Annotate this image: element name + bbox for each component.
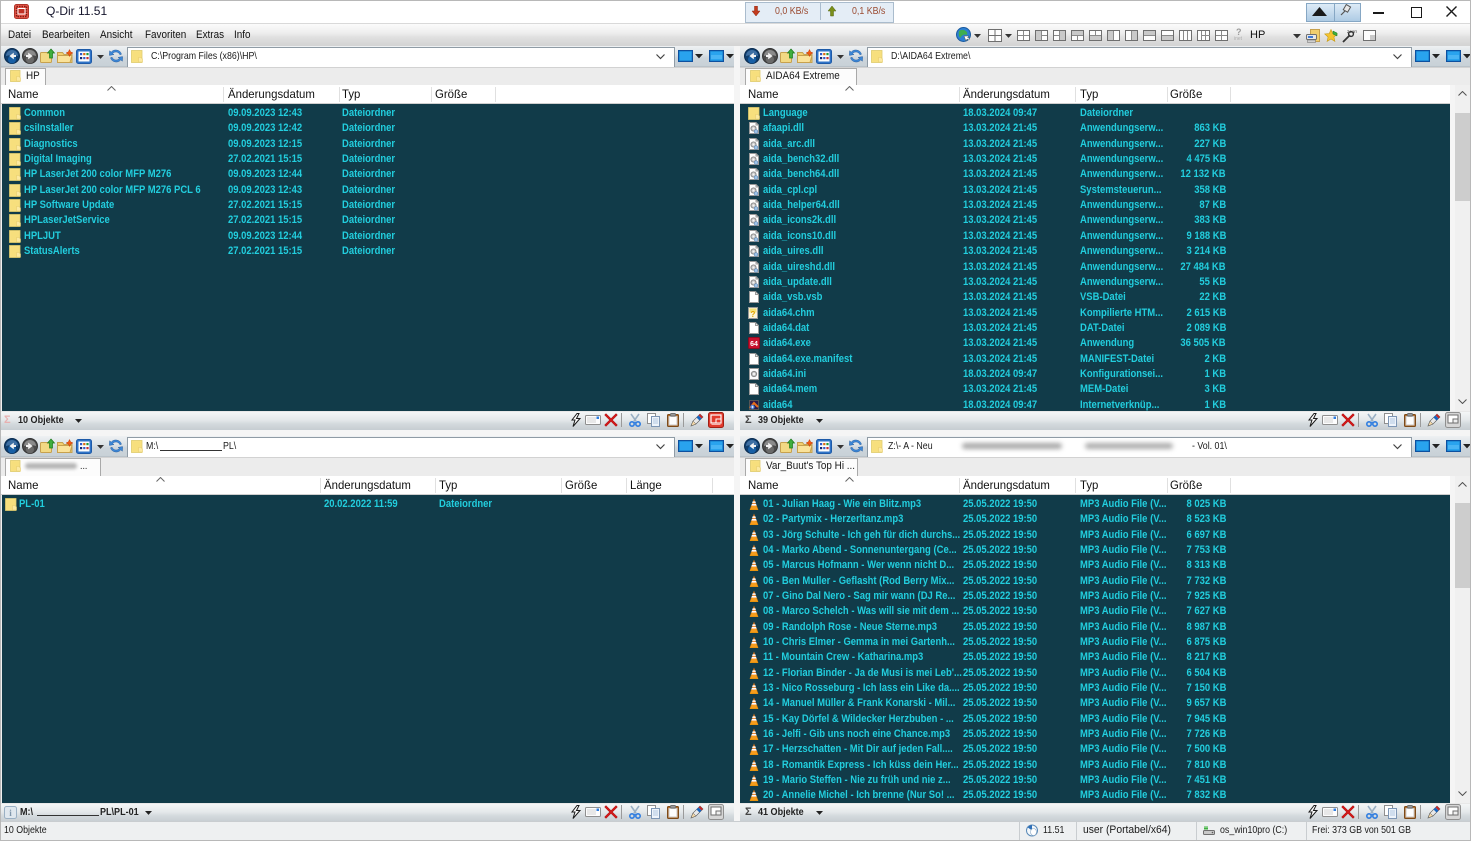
svg-text:Σ: Σ bbox=[745, 806, 752, 818]
svg-text:Σ: Σ bbox=[4, 414, 11, 426]
svg-text:?: ? bbox=[751, 310, 756, 319]
svg-text:inet: inet bbox=[1234, 36, 1243, 41]
svg-text:64: 64 bbox=[750, 341, 758, 348]
svg-text:zoom: zoom bbox=[1347, 29, 1357, 34]
svg-text:Σ: Σ bbox=[745, 414, 752, 426]
